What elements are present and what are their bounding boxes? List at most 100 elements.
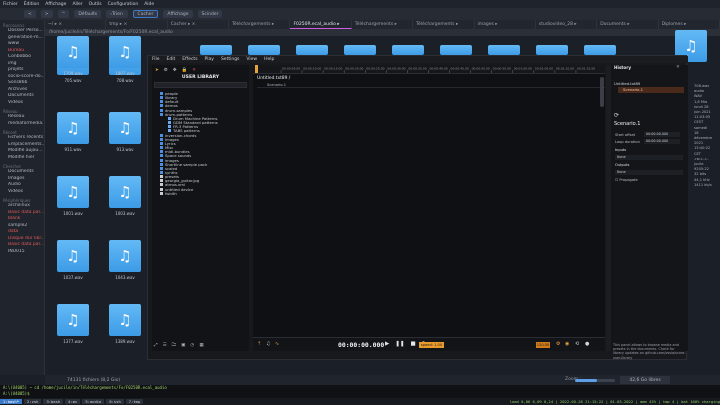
tmux-window[interactable]: 4:mc	[65, 399, 81, 404]
app-menu-item[interactable]: Play	[205, 57, 214, 62]
folder-icon[interactable]: 🗀	[172, 341, 177, 349]
history-icon[interactable]: ◷	[190, 343, 194, 348]
file-item[interactable]: ♫ 913.wav	[109, 112, 141, 152]
tmux-window[interactable]: 7:tmp	[125, 399, 144, 404]
tmux-window[interactable]: 2:zsh	[24, 399, 42, 404]
file-item[interactable]: ♫ 1001.wav	[57, 176, 89, 216]
toolbar-button[interactable]: Affichage	[163, 10, 193, 18]
toolbar-button[interactable]: ‹Trier›	[106, 10, 128, 18]
file-item[interactable]: ♫ 1709.wav	[57, 36, 89, 76]
pause-button[interactable]: ❚❚	[395, 341, 404, 347]
sidebar-item[interactable]: INU015	[0, 249, 44, 256]
timeline-ruler[interactable]: 00:00:05.00 00:00:10.00 00:00:15.00 00:00:2…	[253, 65, 605, 74]
tab[interactable]: Diplomes ▸	[659, 20, 720, 29]
scenario-track[interactable]: Scenario.1	[257, 83, 605, 88]
menu-item[interactable]: Configuration	[108, 2, 139, 7]
toolbar-button[interactable]: >	[40, 10, 53, 18]
menu-item[interactable]: Édition	[24, 2, 40, 7]
toolbar-button[interactable]: <	[24, 10, 36, 18]
tmux-window[interactable]: 3:bash	[43, 399, 64, 404]
history-item[interactable]: Untitled.txt89	[614, 81, 640, 86]
file-icon-background[interactable]	[488, 45, 520, 55]
toolbar-button[interactable]: ^	[57, 10, 70, 18]
list-icon[interactable]: ☰	[163, 343, 167, 348]
inputs-field[interactable]: None	[615, 155, 683, 160]
file-icon-background[interactable]	[248, 45, 280, 55]
menu-item[interactable]: Aide	[144, 2, 154, 7]
file-item[interactable]: ♫ 1389.wav	[109, 304, 141, 344]
curve-icon[interactable]: ∿	[275, 341, 279, 347]
pointer-tool-icon[interactable]: ➤	[155, 68, 159, 73]
loop-duration-field[interactable]: 00:00:00.000	[644, 139, 680, 144]
library-tree-item[interactable]: fwidth	[154, 191, 247, 196]
save-icon[interactable]: ▣	[181, 343, 185, 348]
toolbar-button[interactable]: Défaults	[74, 10, 102, 18]
toolbar-button[interactable]: Scinder	[197, 10, 223, 18]
tempo-field[interactable]: 120.00	[536, 342, 550, 348]
menu-item[interactable]: Fichier	[3, 2, 18, 7]
pan-icon[interactable]: ✥	[173, 68, 177, 73]
free-space-button[interactable]: 42,6 Go libres	[620, 376, 670, 384]
file-item[interactable]: ♫ 1003.wav	[109, 176, 141, 216]
lock-icon[interactable]: 🔒	[182, 68, 188, 73]
propagate-checkbox[interactable]: ☐ Propagate	[615, 178, 638, 182]
panel-close-icon[interactable]: ✕	[676, 65, 680, 70]
editor-scrollbar[interactable]	[600, 77, 604, 107]
file-icon-background[interactable]	[392, 45, 424, 55]
menu-item[interactable]: Affichage	[45, 2, 66, 7]
library-search-input[interactable]	[154, 82, 247, 88]
app-menu-item[interactable]: Settings	[221, 57, 239, 62]
start-offset-field[interactable]: 00:00:00.000	[644, 132, 680, 137]
app-menu-item[interactable]: View	[246, 57, 257, 62]
file-icon-background[interactable]	[536, 45, 568, 55]
settings-icon[interactable]: ⚙	[556, 341, 560, 347]
outputs-field[interactable]: None	[615, 170, 683, 175]
refresh-icon[interactable]: ⟳	[614, 112, 619, 119]
file-item[interactable]: ♫ 1807.wav	[109, 36, 141, 76]
tab[interactable]: F0250R.ecal_audio ▸	[290, 20, 352, 29]
app-menu-item[interactable]: Help	[264, 57, 274, 62]
file-icon-background[interactable]	[440, 45, 472, 55]
loop-icon[interactable]: ⟲	[575, 341, 579, 347]
record-icon[interactable]: ●	[585, 341, 589, 347]
file-icon-background[interactable]	[296, 45, 328, 55]
toolbar-button[interactable]: Cacher	[132, 10, 159, 18]
tab[interactable]: Documents ▸	[597, 20, 659, 29]
volume-icon[interactable]: ◉	[565, 341, 569, 347]
file-item[interactable]: ♫ 1043.wav	[109, 240, 141, 280]
location-bar[interactable]: /home/jucile/in/Téléchargements/Fo/F0250…	[45, 29, 720, 36]
sidebar-item[interactable]: Vidéos	[0, 189, 44, 196]
speed-control[interactable]: speed: 1.00	[419, 342, 444, 348]
zoom-slider[interactable]	[575, 379, 615, 382]
sidebar-item[interactable]: Modifié hier	[0, 155, 44, 162]
history-item-selected[interactable]: Scenario.1	[618, 87, 684, 93]
file-icon-background[interactable]	[584, 45, 616, 55]
sidebar-item[interactable]: mediaformedia...	[0, 121, 44, 128]
file-icon-background[interactable]	[344, 45, 376, 55]
tab[interactable]: studiovideo_28 ▸	[536, 20, 598, 29]
menu-item[interactable]: Aller	[72, 2, 82, 7]
tmux-window[interactable]: 5:audio	[82, 399, 105, 404]
app-menu-item[interactable]: Effects	[182, 57, 197, 62]
tab[interactable]: Téléchargements ▸	[413, 20, 475, 29]
play-button[interactable]: ▶	[385, 341, 389, 347]
cursor-tool-icon[interactable]: ⇡	[257, 341, 261, 347]
expand-icon[interactable]: ⤢	[154, 342, 158, 348]
close-icon[interactable]: ✕	[192, 68, 196, 73]
tab[interactable]: Téléchargements ▸	[352, 20, 414, 29]
tab[interactable]: Téléchargements ▸	[229, 20, 291, 29]
grid-icon[interactable]: ▦	[199, 343, 203, 348]
menu-item[interactable]: Outils	[89, 2, 102, 7]
note-icon[interactable]: ♫	[266, 341, 270, 347]
playhead-marker[interactable]	[255, 65, 258, 74]
file-item[interactable]: ♫ 911.wav	[57, 112, 89, 152]
file-item[interactable]: ♫ 1377.wav	[57, 304, 89, 344]
tmux-window[interactable]: 6:ssh	[106, 399, 124, 404]
terminal[interactable]: A:\(U4005) ~ cd /home/jucile/in/Téléchar…	[0, 385, 720, 398]
gear-icon[interactable]: ⚙	[164, 68, 168, 73]
app-menu-item[interactable]: File	[152, 57, 160, 62]
tab[interactable]: ~/ ▸ ×	[45, 20, 107, 29]
tab[interactable]: tmp ▸ ×	[106, 20, 168, 29]
app-menu-item[interactable]: Edit	[167, 57, 176, 62]
file-icon-background[interactable]	[200, 45, 232, 55]
